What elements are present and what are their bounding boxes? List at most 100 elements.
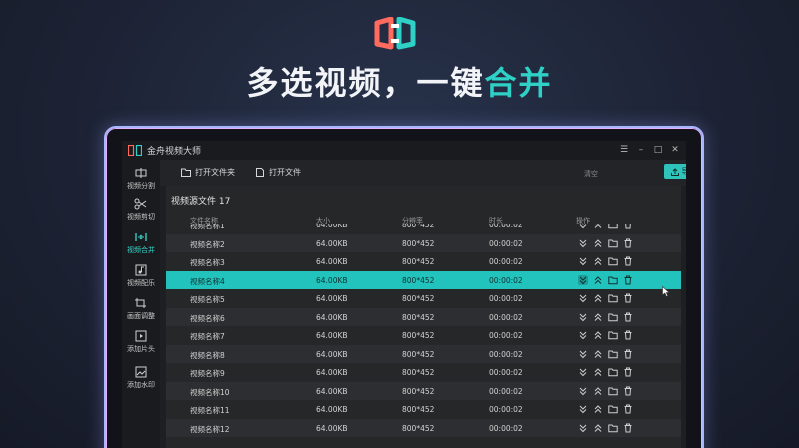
cell-duration: 00:00:02 — [489, 294, 523, 303]
sidebar-item-intro[interactable]: 添加片头 — [122, 330, 160, 354]
move-down-icon[interactable] — [578, 238, 588, 248]
delete-icon[interactable] — [623, 275, 633, 285]
intro-icon — [135, 330, 147, 342]
folder-icon[interactable] — [608, 386, 618, 396]
app-title: 金舟视频大师 — [147, 147, 202, 157]
sidebar-item-merge[interactable]: 视频合并 — [122, 231, 160, 255]
delete-icon[interactable] — [623, 367, 633, 377]
app-icon — [128, 145, 142, 156]
minimize-icon[interactable]: – — [636, 144, 646, 156]
table-row[interactable]: 视频名称2 64.00KB 800*452 00:00:02 — [166, 233, 681, 252]
table-row[interactable]: 视频名称7 64.00KB 800*452 00:00:02 — [166, 326, 681, 344]
folder-icon[interactable] — [608, 224, 618, 229]
cell-resolution: 800*452 — [402, 275, 435, 285]
cell-size: 64.00KB — [316, 238, 348, 248]
cell-name: 视频名称1 — [190, 224, 225, 230]
table-row[interactable]: 视频名称12 64.00KB 800*452 00:00:02 — [166, 418, 681, 437]
folder-icon[interactable] — [608, 404, 618, 414]
export-button[interactable]: 导出 — [664, 164, 686, 179]
sidebar-item-label: 视频剪切 — [127, 213, 155, 221]
sidebar-item-cut[interactable]: 视频剪切 — [122, 198, 160, 222]
move-up-icon[interactable] — [593, 423, 603, 433]
move-down-icon[interactable] — [578, 367, 588, 377]
cell-resolution: 800*452 — [402, 294, 435, 303]
folder-icon[interactable] — [608, 367, 618, 377]
sidebar-item-watermark[interactable]: 添加水印 — [122, 366, 160, 390]
cell-duration: 00:00:02 — [489, 423, 523, 433]
move-up-icon[interactable] — [593, 238, 603, 248]
delete-icon[interactable] — [623, 423, 633, 433]
menu-icon[interactable]: ☰ — [619, 144, 629, 156]
move-up-icon[interactable] — [593, 224, 603, 229]
move-down-icon[interactable] — [578, 224, 588, 229]
move-up-icon[interactable] — [593, 386, 603, 396]
table-row[interactable]: 视频名称8 64.00KB 800*452 00:00:02 — [166, 344, 681, 363]
cell-size: 64.00KB — [316, 257, 348, 266]
move-up-icon[interactable] — [593, 404, 603, 414]
close-icon[interactable]: ✕ — [670, 144, 680, 156]
folder-icon[interactable] — [608, 312, 618, 322]
table-row[interactable]: 视频名称1 64.00KB 800*452 00:00:02 — [166, 224, 681, 233]
cell-resolution: 800*452 — [402, 349, 435, 359]
table-row[interactable]: 视频名称4 64.00KB 800*452 00:00:02 — [166, 270, 681, 289]
folder-icon[interactable] — [608, 256, 618, 266]
move-up-icon[interactable] — [593, 293, 603, 303]
maximize-icon[interactable]: □ — [653, 144, 663, 156]
table-row[interactable]: 视频名称10 64.00KB 800*452 00:00:02 — [166, 381, 681, 400]
move-up-icon[interactable] — [593, 275, 603, 285]
cell-duration: 00:00:02 — [489, 405, 523, 414]
delete-icon[interactable] — [623, 238, 633, 248]
move-up-icon[interactable] — [593, 330, 603, 340]
sidebar-item-split[interactable]: 视频分割 — [122, 167, 160, 191]
delete-icon[interactable] — [623, 224, 633, 229]
folder-icon[interactable] — [608, 238, 618, 248]
move-down-icon[interactable] — [578, 293, 588, 303]
folder-icon[interactable] — [608, 330, 618, 340]
open-folder-button[interactable]: 打开文件夹 — [181, 167, 235, 178]
table-row[interactable]: 视频名称5 64.00KB 800*452 00:00:02 — [166, 289, 681, 307]
table-row[interactable]: 视频名称6 64.00KB 800*452 00:00:02 — [166, 307, 681, 326]
cell-name: 视频名称8 — [190, 350, 225, 360]
delete-icon[interactable] — [623, 404, 633, 414]
app-window: 金舟视频大师 ☰ – □ ✕ 视频分割 视频剪切 视频合并 视频配乐 画面调整 — [122, 141, 686, 448]
move-up-icon[interactable] — [593, 312, 603, 322]
cell-size: 64.00KB — [316, 275, 348, 285]
sidebar-item-music[interactable]: 视频配乐 — [122, 264, 160, 288]
sidebar-item-adjust[interactable]: 画面调整 — [122, 297, 160, 321]
move-down-icon[interactable] — [578, 386, 588, 396]
table-row[interactable]: 视频名称3 64.00KB 800*452 00:00:02 — [166, 252, 681, 270]
clear-button[interactable]: 清空 — [584, 169, 598, 179]
cell-size: 64.00KB — [316, 224, 348, 229]
move-up-icon[interactable] — [593, 367, 603, 377]
file-icon — [256, 168, 264, 177]
delete-icon[interactable] — [623, 312, 633, 322]
file-list-panel: 视频源文件 17 文件名称 大小 分辨率 时长 操作 视频名称1 64.00KB 8… — [166, 186, 681, 448]
move-up-icon[interactable] — [593, 256, 603, 266]
cell-resolution: 800*452 — [402, 368, 435, 377]
move-up-icon[interactable] — [593, 349, 603, 359]
folder-icon[interactable] — [608, 275, 618, 285]
move-down-icon[interactable] — [578, 423, 588, 433]
open-file-button[interactable]: 打开文件 — [255, 167, 301, 178]
delete-icon[interactable] — [623, 330, 633, 340]
cell-duration: 00:00:02 — [489, 368, 523, 377]
cell-name: 视频名称3 — [190, 258, 225, 267]
move-down-icon[interactable] — [578, 349, 588, 359]
table-row[interactable]: 视频名称11 64.00KB 800*452 00:00:02 — [166, 400, 681, 418]
cell-resolution: 800*452 — [402, 224, 435, 229]
delete-icon[interactable] — [623, 386, 633, 396]
move-down-icon[interactable] — [578, 312, 588, 322]
move-down-icon[interactable] — [578, 256, 588, 266]
folder-icon[interactable] — [608, 349, 618, 359]
delete-icon[interactable] — [623, 293, 633, 303]
move-down-icon[interactable] — [578, 330, 588, 340]
folder-icon[interactable] — [608, 293, 618, 303]
folder-icon[interactable] — [608, 423, 618, 433]
table-row[interactable]: 视频名称9 64.00KB 800*452 00:00:02 — [166, 363, 681, 381]
delete-icon[interactable] — [623, 256, 633, 266]
delete-icon[interactable] — [623, 349, 633, 359]
cell-name: 视频名称6 — [190, 313, 225, 323]
move-down-icon[interactable] — [578, 404, 588, 414]
move-down-icon[interactable] — [578, 274, 588, 285]
upload-icon — [670, 167, 679, 176]
